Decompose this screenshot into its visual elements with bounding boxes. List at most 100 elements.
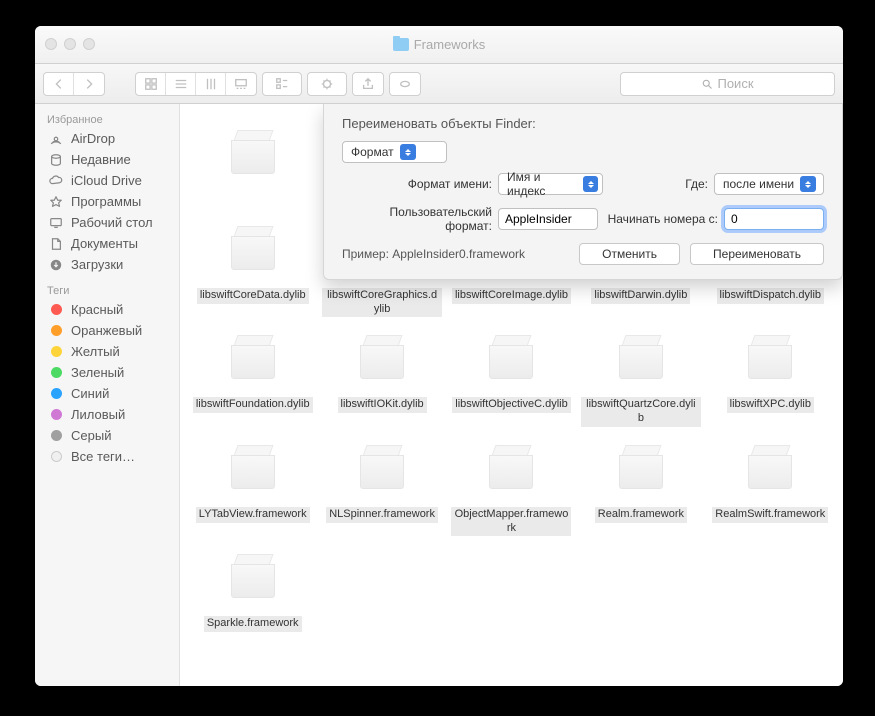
framework-icon <box>341 323 423 393</box>
window-title: Frameworks <box>393 37 486 52</box>
arrange-button-group <box>262 72 302 96</box>
sidebar-tag-label: Красный <box>71 302 123 317</box>
file-item[interactable]: libswiftXPC.dylib <box>708 323 833 427</box>
framework-icon <box>600 323 682 393</box>
sidebar-header-tags: Теги <box>35 281 179 299</box>
file-item[interactable]: libswiftQuartzCore.dylib <box>578 323 703 427</box>
file-label: libswiftIOKit.dylib <box>338 397 427 413</box>
sidebar-tag-label: Все теги… <box>71 449 135 464</box>
minimize-icon[interactable] <box>64 38 76 50</box>
file-label: LYTabView.framework <box>196 507 310 523</box>
sidebar-item-label: iCloud Drive <box>71 173 142 188</box>
tag-dot-icon <box>51 451 62 462</box>
sidebar-tag[interactable]: Серый <box>35 425 179 446</box>
sidebar-item-airdrop[interactable]: AirDrop <box>35 128 179 149</box>
zoom-icon[interactable] <box>83 38 95 50</box>
custom-format-input[interactable] <box>498 208 598 230</box>
start-number-input[interactable] <box>724 208 824 230</box>
sidebar-tag[interactable]: Оранжевый <box>35 320 179 341</box>
rename-button[interactable]: Переименовать <box>690 243 824 265</box>
sidebar-tag-label: Серый <box>71 428 111 443</box>
where-select[interactable]: после имени <box>714 173 824 195</box>
where-label: Где: <box>685 177 708 191</box>
file-item[interactable]: libswiftFoundation.dylib <box>190 323 315 427</box>
name-format-label: Формат имени: <box>342 177 492 191</box>
file-label: libswiftDarwin.dylib <box>591 288 690 304</box>
file-item[interactable] <box>190 118 315 208</box>
sidebar-tag[interactable]: Красный <box>35 299 179 320</box>
arrange-button[interactable] <box>263 73 301 95</box>
traffic-lights <box>45 38 95 50</box>
file-item[interactable]: Realm.framework <box>578 433 703 537</box>
sidebar-item-downloads[interactable]: Загрузки <box>35 254 179 275</box>
example-text: Пример: AppleInsider0.framework <box>342 247 525 261</box>
sidebar-tag[interactable]: Желтый <box>35 341 179 362</box>
toolbar: Поиск <box>35 64 843 104</box>
list-view-button[interactable] <box>166 73 196 95</box>
file-item[interactable]: LYTabView.framework <box>190 433 315 537</box>
sidebar-item-label: Загрузки <box>71 257 123 272</box>
titlebar: Frameworks <box>35 26 843 64</box>
nav-buttons <box>43 72 105 96</box>
framework-icon <box>341 433 423 503</box>
share-button[interactable] <box>353 73 383 95</box>
icon-view-button[interactable] <box>136 73 166 95</box>
file-label: libswiftFoundation.dylib <box>193 397 313 413</box>
action-button-group <box>307 72 347 96</box>
file-item[interactable]: libswiftObjectiveC.dylib <box>449 323 574 427</box>
tag-button-group <box>389 72 421 96</box>
file-label: libswiftDispatch.dylib <box>717 288 824 304</box>
sidebar-item-icloud[interactable]: iCloud Drive <box>35 170 179 191</box>
framework-icon <box>470 433 552 503</box>
gallery-view-button[interactable] <box>226 73 256 95</box>
sidebar-item-recent[interactable]: Недавние <box>35 149 179 170</box>
file-label: libswiftCoreData.dylib <box>197 288 309 304</box>
back-button[interactable] <box>44 73 74 95</box>
sidebar-item-label: Программы <box>71 194 141 209</box>
folder-icon <box>393 38 409 51</box>
start-number-label: Начинать номера с: <box>604 212 718 226</box>
file-label: libswiftXPC.dylib <box>727 397 814 413</box>
content-area: .dyliblibswiftCoreData.dyliblibswiftCore… <box>180 104 843 686</box>
sidebar-item-docs[interactable]: Документы <box>35 233 179 254</box>
rename-mode-value: Формат <box>351 145 394 159</box>
tag-dot-icon <box>51 325 62 336</box>
sidebar-item-apps[interactable]: Программы <box>35 191 179 212</box>
sidebar-item-label: Документы <box>71 236 138 251</box>
sidebar-item-desktop[interactable]: Рабочий стол <box>35 212 179 233</box>
file-label: libswiftObjectiveC.dylib <box>452 397 570 413</box>
action-button[interactable] <box>308 73 346 95</box>
name-format-value: Имя и индекс <box>507 170 577 198</box>
framework-icon <box>212 118 294 188</box>
chevron-updown-icon <box>800 176 816 192</box>
sidebar-tag[interactable]: Все теги… <box>35 446 179 467</box>
sidebar-tag[interactable]: Синий <box>35 383 179 404</box>
recent-icon <box>47 153 65 167</box>
file-item[interactable]: ObjectMapper.framework <box>449 433 574 537</box>
name-format-select[interactable]: Имя и индекс <box>498 173 603 195</box>
close-icon[interactable] <box>45 38 57 50</box>
file-item[interactable]: RealmSwift.framework <box>708 433 833 537</box>
search-input[interactable]: Поиск <box>620 72 835 96</box>
column-view-button[interactable] <box>196 73 226 95</box>
forward-button[interactable] <box>74 73 104 95</box>
sidebar-tag[interactable]: Лиловый <box>35 404 179 425</box>
file-label: libswiftCoreGraphics.dylib <box>322 288 442 318</box>
file-item[interactable]: Sparkle.framework <box>190 542 315 632</box>
framework-icon <box>212 542 294 612</box>
tag-button[interactable] <box>390 73 420 95</box>
tag-dot-icon <box>51 367 62 378</box>
sidebar-tag-label: Желтый <box>71 344 120 359</box>
file-label: ObjectMapper.framework <box>451 507 571 537</box>
file-item[interactable]: libswiftCoreData.dylib <box>190 214 315 318</box>
cancel-button[interactable]: Отменить <box>579 243 680 265</box>
file-item[interactable]: libswiftIOKit.dylib <box>319 323 444 427</box>
docs-icon <box>47 237 65 251</box>
tag-dot-icon <box>51 430 62 441</box>
sidebar-tag-label: Лиловый <box>71 407 125 422</box>
title-text: Frameworks <box>414 37 486 52</box>
view-buttons <box>135 72 257 96</box>
file-item[interactable]: NLSpinner.framework <box>319 433 444 537</box>
rename-mode-select[interactable]: Формат <box>342 141 447 163</box>
sidebar-tag[interactable]: Зеленый <box>35 362 179 383</box>
